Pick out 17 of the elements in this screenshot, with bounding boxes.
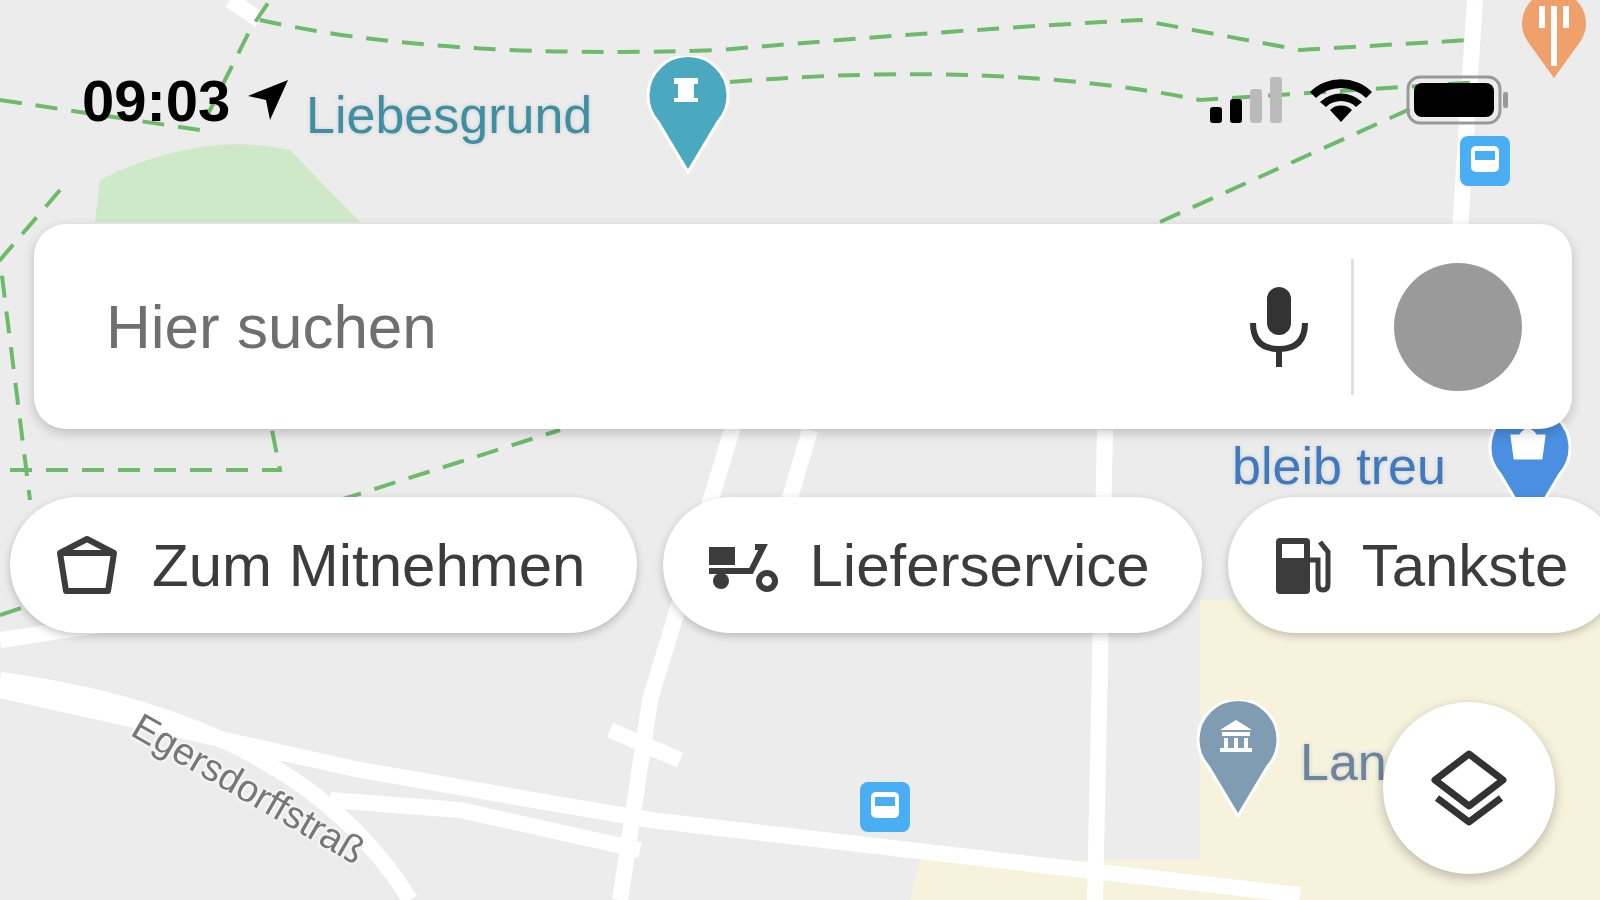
microphone-icon xyxy=(1247,284,1311,369)
signal-icon xyxy=(1210,77,1282,123)
category-chip[interactable]: Lieferservice xyxy=(663,497,1202,633)
location-arrow-icon xyxy=(246,78,291,122)
category-chip[interactable]: Zum Mitnehmen xyxy=(10,497,638,633)
category-chip[interactable]: Tankste xyxy=(1227,497,1600,633)
place-name: Liebesgrund xyxy=(306,85,593,145)
status-time: 09:03 xyxy=(82,66,231,134)
place-name: bleib treu xyxy=(1232,436,1446,496)
bus-stop-icon xyxy=(1460,136,1510,186)
search-bar[interactable]: Hier suchen xyxy=(34,224,1572,429)
wifi-icon xyxy=(1308,76,1374,124)
bus-stop-icon xyxy=(860,782,910,832)
layers-icon xyxy=(1429,748,1509,828)
battery-icon xyxy=(1406,75,1510,125)
place-name: Lan xyxy=(1300,732,1387,792)
search-field[interactable]: Hier suchen xyxy=(104,290,1207,363)
